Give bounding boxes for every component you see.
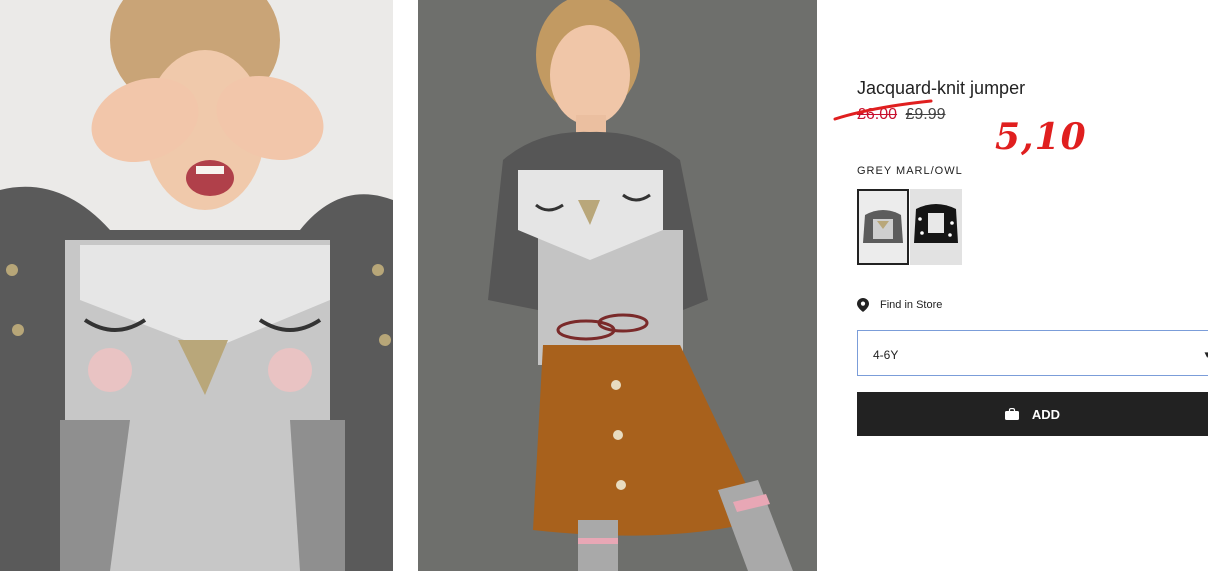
color-name: GREY MARL/OWL bbox=[857, 165, 963, 177]
shopping-bag-icon bbox=[1004, 408, 1019, 420]
find-in-store-label: Find in Store bbox=[880, 299, 943, 311]
sale-price: £6.00 bbox=[857, 106, 898, 123]
photo-illustration bbox=[0, 0, 393, 571]
swatch-thumbnail bbox=[859, 191, 907, 263]
product-info-panel: Jacquard-knit jumper £6.00 £9.99 5,10 GR… bbox=[833, 0, 1208, 571]
add-button-label: ADD bbox=[1031, 406, 1061, 422]
product-photo-model[interactable] bbox=[418, 0, 817, 571]
photo-illustration bbox=[418, 0, 817, 571]
size-select[interactable]: 4-6Y ▾ bbox=[857, 330, 1208, 376]
swatch-thumbnail bbox=[910, 189, 962, 265]
find-in-store-link[interactable]: Find in Store bbox=[857, 298, 942, 312]
location-pin-icon bbox=[857, 298, 869, 312]
price-row: £6.00 £9.99 bbox=[857, 106, 946, 124]
original-price: £9.99 bbox=[905, 106, 946, 123]
selected-size: 4-6Y bbox=[873, 348, 899, 362]
chevron-down-icon: ▾ bbox=[1204, 349, 1208, 361]
color-swatch-black-dots[interactable] bbox=[910, 189, 962, 265]
color-swatch-grey-owl[interactable] bbox=[857, 189, 909, 265]
handwritten-price-note: 5,10 bbox=[995, 116, 1087, 158]
product-title: Jacquard-knit jumper bbox=[857, 78, 1026, 98]
add-to-bag-button[interactable]: ADD bbox=[857, 392, 1208, 436]
product-photo-main[interactable] bbox=[0, 0, 393, 571]
